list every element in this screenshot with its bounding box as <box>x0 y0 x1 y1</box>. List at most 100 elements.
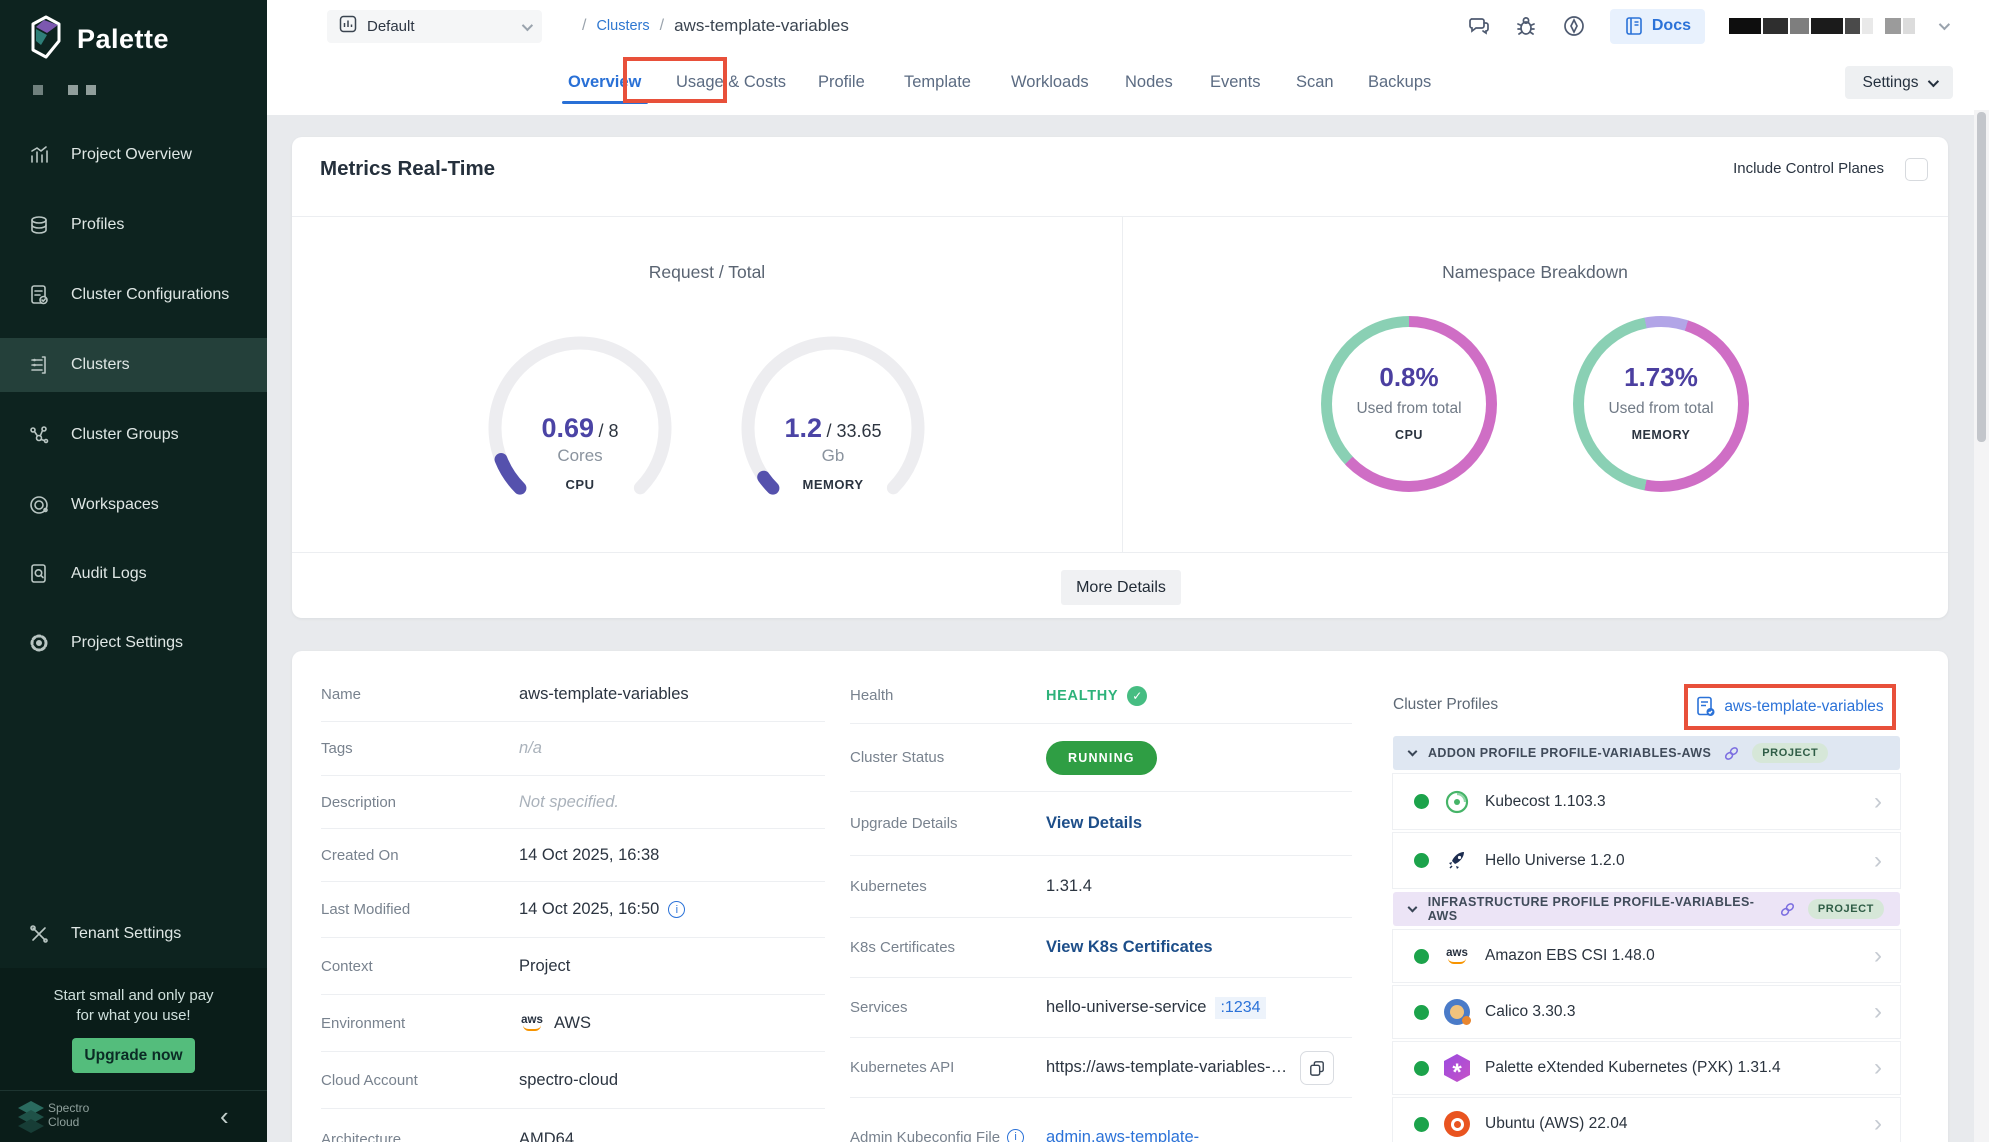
addon-profile-section-header[interactable]: ADDON PROFILE PROFILE-VARIABLES-AWS PROJ… <box>1393 736 1900 770</box>
view-k8s-certificates-link[interactable]: View K8s Certificates <box>1046 938 1213 957</box>
project-selector-dropdown[interactable]: Default <box>327 10 542 43</box>
sidebar-item-audit-logs[interactable]: Audit Logs <box>0 547 267 601</box>
breadcrumb-current: aws-template-variables <box>674 16 849 36</box>
sidebar-item-cluster-configurations[interactable]: Cluster Configurations <box>0 268 267 322</box>
profile-layer-kubecost[interactable]: Kubecost 1.103.3 <box>1393 774 1900 829</box>
check-circle-icon <box>1127 686 1147 706</box>
profile-document-icon <box>1696 696 1716 718</box>
bug-icon[interactable] <box>1514 14 1538 38</box>
sidebar-item-profiles[interactable]: Profiles <box>0 198 267 252</box>
detail-row-context: Context Project <box>321 938 825 995</box>
upgrade-now-button[interactable]: Upgrade now <box>72 1038 195 1073</box>
breadcrumb-clusters-link[interactable]: Clusters <box>596 18 649 34</box>
scrollbar-thumb[interactable] <box>1977 112 1986 442</box>
breadcrumb: / Clusters / aws-template-variables <box>582 0 849 52</box>
pxk-icon: * <box>1443 1054 1471 1082</box>
detail-row-k8s-certificates: K8s Certificates View K8s Certificates <box>850 918 1352 978</box>
profile-layer-calico[interactable]: Calico 3.30.3 <box>1393 986 1900 1038</box>
tab-template[interactable]: Template <box>904 62 971 102</box>
compass-icon[interactable] <box>1562 14 1586 38</box>
profile-layer-amazon-ebs-csi[interactable]: aws Amazon EBS CSI 1.48.0 <box>1393 930 1900 982</box>
memory-gauge-label: MEMORY <box>738 477 928 492</box>
chat-icon[interactable] <box>1466 14 1490 38</box>
scrollbar-track[interactable] <box>1974 110 1989 1142</box>
tab-events[interactable]: Events <box>1210 62 1260 102</box>
sidebar-item-label: Profiles <box>71 216 124 234</box>
include-control-planes-checkbox[interactable] <box>1905 158 1928 181</box>
brand-name: Palette <box>77 24 169 55</box>
settings-button[interactable]: Settings <box>1845 66 1953 99</box>
window-dot-icon <box>86 85 96 95</box>
chevron-right-icon <box>1874 1054 1882 1082</box>
detail-row-name: Name aws-template-variables <box>321 668 825 722</box>
detail-row-last-modified: Last Modified 14 Oct 2025, 16:50 <box>321 882 825 938</box>
sidebar: Palette Project Overview Profiles Cluste… <box>0 0 267 1142</box>
profile-link[interactable]: aws-template-variables <box>1724 698 1883 716</box>
service-port-link[interactable]: :1234 <box>1215 997 1265 1019</box>
status-dot-icon <box>1414 1117 1429 1132</box>
user-menu-chevron-icon[interactable] <box>1939 19 1950 30</box>
request-total-title: Request / Total <box>292 262 1122 292</box>
sidebar-item-label: Tenant Settings <box>71 925 181 943</box>
kubeconfig-link[interactable]: admin.aws-template- <box>1046 1128 1199 1142</box>
breadcrumb-separator: / <box>660 17 664 35</box>
sidebar-item-project-settings[interactable]: Project Settings <box>0 616 267 670</box>
info-icon[interactable] <box>1007 1129 1024 1142</box>
collapse-sidebar-icon[interactable]: ‹ <box>220 1101 229 1132</box>
tab-workloads[interactable]: Workloads <box>1011 62 1089 102</box>
profile-layer-ubuntu[interactable]: Ubuntu (AWS) 22.04 <box>1393 1098 1900 1142</box>
sidebar-item-tenant-settings[interactable]: Tenant Settings <box>0 907 267 961</box>
sidebar-item-workspaces[interactable]: Workspaces <box>0 478 267 532</box>
profile-layer-pxk[interactable]: * Palette eXtended Kubernetes (PXK) 1.31… <box>1393 1042 1900 1094</box>
sidebar-item-label: Cluster Groups <box>71 426 179 444</box>
cpu-gauge-value: 0.69 / 8 <box>485 413 675 444</box>
profile-layer-hello-universe[interactable]: Hello Universe 1.2.0 <box>1393 833 1900 888</box>
sidebar-item-label: Cluster Configurations <box>71 286 229 304</box>
sidebar-item-project-overview[interactable]: Project Overview <box>0 128 267 182</box>
detail-row-cluster-status: Cluster Status RUNNING <box>850 724 1352 792</box>
cpu-gauge-label: CPU <box>485 477 675 492</box>
sidebar-item-cluster-groups[interactable]: Cluster Groups <box>0 408 267 462</box>
cpu-gauge: 0.69 / 8 Cores CPU <box>485 333 675 523</box>
spectro-cloud-wordmark: Spectro Cloud <box>48 1101 89 1129</box>
scope-badge: PROJECT <box>1752 743 1828 763</box>
chevron-down-icon <box>1408 746 1418 756</box>
link-icon <box>1723 745 1740 762</box>
memory-used-caption: Used from total <box>1573 400 1749 418</box>
sidebar-footer: Spectro Cloud ‹ <box>0 1090 267 1142</box>
scope-badge: PROJECT <box>1808 899 1884 919</box>
view-details-link[interactable]: View Details <box>1046 814 1142 833</box>
sidebar-item-clusters[interactable]: Clusters <box>0 338 267 392</box>
status-dot-icon <box>1414 794 1429 809</box>
status-dot-icon <box>1414 853 1429 868</box>
status-dot-icon <box>1414 1061 1429 1076</box>
sidebar-item-label: Workspaces <box>71 496 159 514</box>
tools-icon <box>27 922 51 946</box>
breadcrumb-separator: / <box>582 17 586 35</box>
more-details-button[interactable]: More Details <box>1061 570 1181 605</box>
detail-row-upgrade-details: Upgrade Details View Details <box>850 792 1352 856</box>
tab-profile[interactable]: Profile <box>818 62 865 102</box>
cpu-gauge-unit: Cores <box>485 446 675 466</box>
divider <box>292 216 1948 217</box>
tab-backups[interactable]: Backups <box>1368 62 1431 102</box>
sidebar-item-label: Audit Logs <box>71 565 147 583</box>
chevron-right-icon <box>1874 998 1882 1026</box>
upgrade-promo: Start small and only pay for what you us… <box>0 968 267 1090</box>
include-control-planes-label: Include Control Planes <box>1733 160 1884 177</box>
annotation-profile-link: aws-template-variables <box>1684 684 1896 730</box>
docs-button[interactable]: Docs <box>1610 9 1705 44</box>
cpu-donut-label: CPU <box>1321 428 1497 442</box>
detail-row-created-on: Created On 14 Oct 2025, 16:38 <box>321 829 825 882</box>
chevron-right-icon <box>1874 788 1882 816</box>
copy-button[interactable] <box>1300 1051 1334 1085</box>
palette-logo-icon <box>27 14 65 65</box>
tab-nodes[interactable]: Nodes <box>1125 62 1173 102</box>
info-icon[interactable] <box>668 901 685 918</box>
project-selector-value: Default <box>367 18 512 35</box>
cluster-profiles-heading: Cluster Profiles <box>1393 696 1498 714</box>
document-check-icon <box>27 283 51 307</box>
tab-scan[interactable]: Scan <box>1296 62 1334 102</box>
infrastructure-profile-section-header[interactable]: INFRASTRUCTURE PROFILE PROFILE-VARIABLES… <box>1393 892 1900 926</box>
spectro-cloud-logo-icon <box>16 1099 46 1138</box>
